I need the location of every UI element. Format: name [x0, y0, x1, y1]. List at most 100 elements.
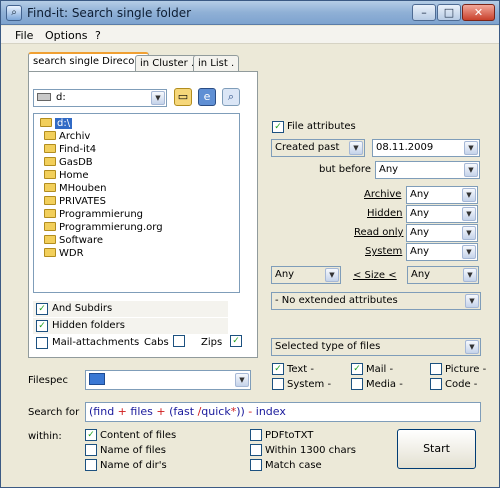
- file-type-select[interactable]: Selected type of files ▼: [271, 338, 481, 356]
- within-chars-checkbox[interactable]: [250, 444, 262, 456]
- search-token: fast: [173, 405, 195, 418]
- filespec-input[interactable]: ▼: [85, 370, 251, 390]
- mail-type-checkbox[interactable]: ✓: [351, 363, 363, 375]
- read-only-select[interactable]: Any ▼: [406, 224, 478, 242]
- mail-attachments-label: Mail-attachments: [52, 337, 140, 348]
- zips-checkbox[interactable]: ✓: [230, 335, 242, 347]
- read-only-label: Read only: [354, 227, 404, 238]
- created-mode-select[interactable]: Created past ▼: [271, 139, 365, 157]
- tree-item[interactable]: GasDB: [44, 156, 93, 169]
- menu-bar: File Options ?: [1, 26, 499, 44]
- tree-item[interactable]: Find-it4: [44, 143, 96, 156]
- hidden-label: Hidden: [367, 208, 403, 219]
- tree-item[interactable]: Archiv: [44, 130, 90, 143]
- search-token: quick: [201, 405, 231, 418]
- chevron-down-icon: ▼: [465, 340, 479, 354]
- system-type-checkbox[interactable]: [272, 378, 284, 390]
- media-type-label: Media -: [366, 379, 403, 390]
- menu-help[interactable]: ?: [95, 29, 101, 42]
- system-select[interactable]: Any ▼: [406, 243, 478, 261]
- content-of-files-checkbox[interactable]: ✓: [85, 429, 97, 441]
- chevron-down-icon: ▼: [235, 373, 249, 387]
- folder-icon: [44, 131, 56, 140]
- folder-icon: [44, 248, 56, 257]
- magnifier-icon: ⌕: [6, 5, 22, 21]
- menu-options[interactable]: Options: [45, 29, 87, 42]
- archive-select[interactable]: Any ▼: [406, 186, 478, 204]
- tree-item[interactable]: MHouben: [44, 182, 106, 195]
- date-picker[interactable]: 08.11.2009 ▼: [372, 139, 480, 157]
- extended-attributes-select[interactable]: - No extended attributes ▼: [271, 292, 481, 310]
- pdftotxt-checkbox[interactable]: [250, 429, 262, 441]
- tree-item[interactable]: Software: [44, 234, 103, 247]
- search-token: +: [152, 405, 170, 418]
- and-subdirs-label: And Subdirs: [52, 303, 113, 314]
- search-token: -: [244, 405, 256, 418]
- hidden-select[interactable]: Any ▼: [406, 205, 478, 223]
- search-for-label: Search for: [28, 407, 80, 418]
- size-max-select[interactable]: Any ▼: [407, 266, 479, 284]
- name-of-files-checkbox[interactable]: [85, 444, 97, 456]
- start-button[interactable]: Start: [397, 429, 476, 469]
- picture-type-checkbox[interactable]: [430, 363, 442, 375]
- name-of-dirs-checkbox[interactable]: [85, 459, 97, 471]
- folder-icon: [44, 235, 56, 244]
- folder-icon: [44, 170, 56, 179]
- system-type-label: System -: [287, 379, 332, 390]
- search-token: files: [130, 405, 153, 418]
- chevron-down-icon: ▼: [463, 268, 477, 282]
- tree-item[interactable]: Programmierung.org: [44, 221, 163, 234]
- size-min-select[interactable]: Any ▼: [271, 266, 341, 284]
- tree-item[interactable]: WDR: [44, 247, 84, 260]
- text-type-checkbox[interactable]: ✓: [272, 363, 284, 375]
- mail-attachments-checkbox[interactable]: [36, 337, 48, 349]
- but-before-select[interactable]: Any ▼: [375, 161, 480, 179]
- tree-item[interactable]: PRIVATES: [44, 195, 106, 208]
- explorer-icon[interactable]: e: [198, 88, 216, 106]
- drive-icon: [37, 93, 51, 101]
- search-token: )): [236, 405, 245, 418]
- chevron-down-icon: ▼: [462, 207, 476, 221]
- chevron-down-icon: ▼: [462, 188, 476, 202]
- chevron-down-icon: ▼: [462, 245, 476, 259]
- search-token: index: [255, 405, 286, 418]
- folder-icon: [44, 144, 56, 153]
- tree-item-root[interactable]: d:\: [40, 117, 73, 130]
- search-token: find: [93, 405, 115, 418]
- folder-tree[interactable]: d:\ Archiv Find-it4 GasDB Home MHouben P…: [33, 113, 240, 293]
- tree-item[interactable]: Programmierung: [44, 208, 143, 221]
- match-case-label: Match case: [265, 460, 322, 471]
- folder-open-icon[interactable]: ▭: [174, 88, 192, 106]
- chevron-down-icon: ▼: [465, 294, 479, 308]
- minimize-button[interactable]: –: [412, 4, 436, 21]
- mail-type-label: Mail -: [366, 364, 394, 375]
- name-of-dirs-label: Name of dir's: [100, 460, 167, 471]
- hidden-folders-checkbox[interactable]: ✓: [36, 320, 48, 332]
- but-before-label: but before: [319, 164, 371, 175]
- chevron-down-icon: ▼: [349, 141, 363, 155]
- file-attributes-checkbox[interactable]: ✓: [272, 121, 284, 133]
- close-button[interactable]: ✕: [462, 4, 495, 21]
- chevron-down-icon: ▼: [462, 226, 476, 240]
- file-attributes-label: File attributes: [287, 121, 356, 132]
- title-bar[interactable]: ⌕ Find-it: Search single folder – □ ✕: [1, 1, 499, 25]
- drive-select[interactable]: d: ▼: [33, 89, 167, 107]
- chevron-down-icon: ▼: [325, 268, 339, 282]
- cabs-checkbox[interactable]: [173, 335, 185, 347]
- search-query-input[interactable]: (find + files + (fast /quick*)) - index: [85, 402, 481, 422]
- menu-file[interactable]: File: [15, 29, 33, 42]
- code-type-checkbox[interactable]: [430, 378, 442, 390]
- and-subdirs-checkbox[interactable]: ✓: [36, 303, 48, 315]
- main-window: ⌕ Find-it: Search single folder – □ ✕ Fi…: [0, 0, 500, 488]
- hidden-folders-label: Hidden folders: [52, 320, 125, 331]
- drive-value: d:: [56, 92, 66, 103]
- search-folder-icon[interactable]: ⌕: [222, 88, 240, 106]
- maximize-button[interactable]: □: [437, 4, 461, 21]
- tree-item[interactable]: Home: [44, 169, 89, 182]
- folder-icon: [44, 209, 56, 218]
- media-type-checkbox[interactable]: [351, 378, 363, 390]
- match-case-checkbox[interactable]: [250, 459, 262, 471]
- window-title: Find-it: Search single folder: [27, 6, 192, 20]
- text-type-label: Text -: [287, 364, 315, 375]
- tab-search-single-directory[interactable]: search single Direcory: [28, 52, 150, 72]
